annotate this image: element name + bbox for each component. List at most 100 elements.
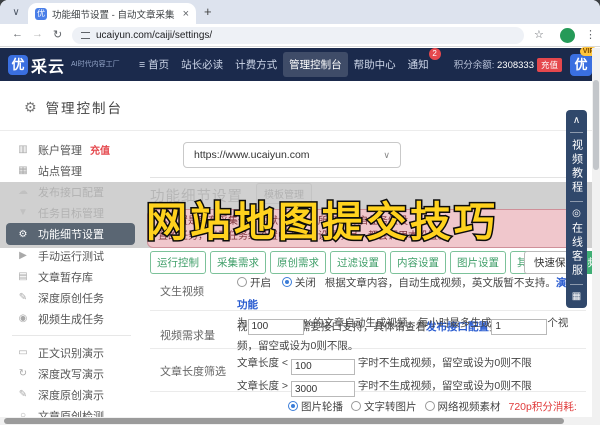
row-label-length-filter: 文章长度筛选 [160,363,226,379]
floating-widget: ∧ 视频教程 ◎ 在线客服 ▦ [566,110,587,308]
sidebar-item-detail-settings[interactable]: ⚙功能细节设置 [6,223,135,245]
sidebar-item-article-buffer[interactable]: ▤文章暂存库 [0,266,145,287]
refresh-icon: ↻ [16,368,30,379]
nav-item-must-read[interactable]: 站长必读 [175,52,229,77]
browser-tabstrip: ∨ 优 功能细节设置 - 自动文章采集 × + [0,0,600,24]
page-header: ⚙ 管理控制台 [24,97,123,117]
site-navbar: 优 采云 AI时代内容工厂 ≡ 首页 站长必读 计费方式 管理控制台 帮助中心 … [0,48,600,81]
logo-mark[interactable]: 优 [8,55,28,75]
page-title: 管理控制台 [46,97,124,117]
bookmark-star-icon[interactable]: ☆ [534,28,544,41]
option-image-carousel[interactable]: 图片轮播 [301,401,343,413]
vertical-scrollbar-thumb[interactable] [593,80,599,170]
tab-run-control[interactable]: 运行控制 [150,251,206,274]
forward-icon[interactable]: → [32,28,43,40]
recharge-tag[interactable]: 充值 [90,142,110,157]
tab-collect-demand[interactable]: 采集需求 [210,251,266,274]
tab-content-settings[interactable]: 内容设置 [390,251,446,274]
play-icon: ▶ [16,250,30,261]
video-gen-desc: 根据文章内容，自动生成视频，英文版暂不支持。 [325,277,556,289]
gears-icon: ⚙ [16,229,30,240]
tab-filter-settings[interactable]: 过滤设置 [330,251,386,274]
logo-tagline: AI时代内容工厂 [71,61,123,69]
browser-profile-avatar[interactable] [560,28,575,43]
max-length-input[interactable] [291,381,355,397]
tab-close-icon[interactable]: × [183,8,189,20]
tab-original-demand[interactable]: 原创需求 [270,251,326,274]
chevron-down-icon: ∨ [383,150,390,161]
gear-icon: ⚙ [24,99,37,116]
sidebar-item-manual-test[interactable]: ▶手动运行测试 [0,245,145,266]
video-watermark-text: 网站地图提交技巧 [146,188,498,248]
len-l2-pre: 文章长度 > [237,380,288,392]
horizontal-scrollbar-thumb[interactable] [4,418,564,424]
browser-menu-icon[interactable]: ⋮ [585,28,596,41]
option-text-to-image[interactable]: 文字转图片 [364,401,417,413]
sidebar-item-video-task[interactable]: ◉视频生成任务 [0,308,145,329]
browser-tab[interactable]: 优 功能细节设置 - 自动文章采集 × [28,3,196,24]
browser-toolbar: ← → ↻ ucaiyun.com/caiji/settings/ ☆ ⋮ [0,24,600,47]
user-avatar[interactable]: 优VIP [570,54,592,76]
nav-item-help[interactable]: 帮助中心 [348,52,402,77]
site-info-icon[interactable] [81,32,90,39]
row-content-length-filter: 文章长度 < 字时不生成视频，留空或设为0则不限 文章长度 > 字时不生成视频，… [237,352,587,397]
radio-off[interactable] [282,277,292,287]
radio-image-carousel[interactable] [288,401,298,411]
per-hour-input[interactable] [491,319,547,335]
recharge-button[interactable]: 充值 [537,58,562,72]
content-divider [150,177,586,178]
min-length-input[interactable] [291,359,355,375]
demand-mid: %的文章自动生成视频，每小时最多生成 [304,317,492,329]
radio-on[interactable] [237,277,247,287]
collapse-chevron-icon[interactable]: ∧ [573,115,580,126]
radio-on-label[interactable]: 开启 [250,277,271,289]
vertical-scrollbar[interactable] [592,48,600,425]
tab-title: 功能细节设置 - 自动文章采集 [52,7,178,21]
tab-search-icon[interactable]: ∨ [8,5,24,21]
qrcode-icon[interactable]: ▦ [572,291,581,302]
sidebar-item-rewrite-demo[interactable]: ↻深度改写演示 [0,363,145,384]
option-web-video[interactable]: 网络视频素材 [438,401,501,413]
sidebar-item-sites[interactable]: ▦站点管理 [0,160,145,181]
nav-item-home[interactable]: ≡ 首页 [133,52,175,77]
sidebar-item-deep-original-task[interactable]: ✎深度原创任务 [0,287,145,308]
header-divider [0,130,592,131]
sidebar-item-account[interactable]: ▥账户管理充值 [0,139,145,160]
sidebar-item-original-demo[interactable]: ✎深度原创演示 [0,384,145,405]
nav-item-billing[interactable]: 计费方式 [229,52,283,77]
sidebar-item-body-recognition-demo[interactable]: ▭正文识别演示 [0,342,145,363]
notification-badge: 2 [429,48,441,60]
points-balance: 积分余额: 2308333充值 [454,57,562,72]
edit-icon: ✎ [16,292,30,303]
logo-name[interactable]: 采云 [31,53,65,77]
row-content-video-demand: 为%的文章自动生成视频，每小时最多生成个视频，留空或设为0则不限。 [237,312,587,357]
site-select-value: https://www.ucaiyun.com [194,149,310,161]
tab-image-settings[interactable]: 图片设置 [450,251,506,274]
hamburger-icon: ≡ [139,59,145,71]
new-tab-button[interactable]: + [204,4,212,19]
bell-icon: ◎ [572,208,581,219]
len-l1-post: 字时不生成视频，留空或设为0则不限 [358,357,532,369]
demand-pre: 为 [237,317,248,329]
address-bar[interactable]: ucaiyun.com/caiji/settings/ [72,27,524,44]
reload-icon[interactable]: ↻ [53,28,62,41]
url-text: ucaiyun.com/caiji/settings/ [96,30,212,41]
row-label-video-demand: 视频需求量 [160,327,215,343]
site-list-icon: ▦ [16,165,30,176]
radio-web-video[interactable] [425,401,435,411]
horizontal-scrollbar[interactable] [0,417,592,425]
monitor-icon: ▭ [16,347,30,358]
online-service-button[interactable]: 在线客服 [569,222,585,278]
radio-off-label[interactable]: 关闭 [295,277,316,289]
edit-icon: ✎ [16,389,30,400]
radio-text-to-image[interactable] [351,401,361,411]
chart-icon: ▥ [16,144,30,155]
percent-input[interactable] [248,319,304,335]
sidebar-divider [12,335,131,336]
video-tutorial-button[interactable]: 视频教程 [569,139,585,195]
site-select[interactable]: https://www.ucaiyun.com ∨ [183,142,401,168]
app-window: ∨ 优 功能细节设置 - 自动文章采集 × + ← → ↻ ucaiyun.co… [0,0,600,425]
nav-item-console[interactable]: 管理控制台 [283,52,348,77]
back-icon[interactable]: ← [12,28,23,40]
nav-item-notifications[interactable]: 通知2 [402,52,435,77]
